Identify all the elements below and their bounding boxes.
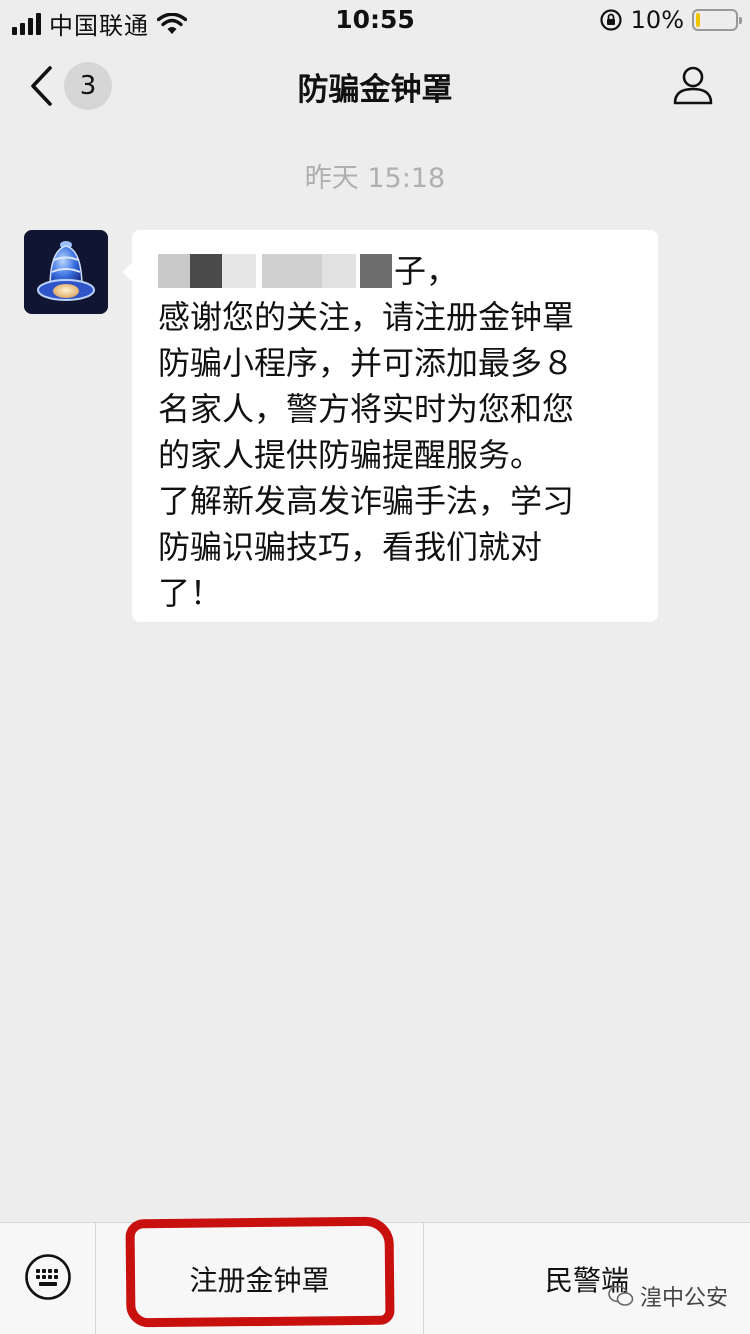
redacted-block bbox=[158, 254, 190, 288]
redacted-block bbox=[322, 254, 356, 288]
keyboard-icon[interactable] bbox=[24, 1253, 72, 1301]
battery-icon bbox=[692, 9, 742, 31]
wechat-icon bbox=[608, 1285, 634, 1306]
message-line: 防骗小程序，并可添加最多８ bbox=[158, 344, 575, 382]
bottom-menu-bar: 注册金钟罩 民警端 bbox=[0, 1222, 750, 1334]
watermark-text: 湟中公安 bbox=[639, 1286, 728, 1311]
menu-police-button[interactable]: 民警端 bbox=[424, 1223, 750, 1334]
watermark: 湟中公安 bbox=[608, 1280, 728, 1312]
rotation-lock-icon bbox=[600, 9, 622, 31]
menu-register-button[interactable]: 注册金钟罩 bbox=[96, 1223, 424, 1334]
greeting-tail: 子， bbox=[394, 252, 459, 290]
bell-logo-icon bbox=[24, 230, 108, 314]
status-bar: 中国联通 10:55 10% bbox=[0, 0, 750, 40]
status-right: 10% bbox=[599, 6, 742, 34]
profile-icon[interactable] bbox=[672, 64, 714, 106]
message-bubble[interactable]: 子， 感谢您的关注，请注册金钟罩 防骗小程序，并可添加最多８ 名家人，警方将实时… bbox=[122, 230, 658, 622]
battery-fill bbox=[696, 13, 700, 27]
keyboard-toggle[interactable] bbox=[0, 1223, 96, 1334]
redacted-greeting: 子， bbox=[158, 248, 638, 294]
message-line: 了！ bbox=[158, 574, 223, 612]
message-line: 的家人提供防骗提醒服务。 bbox=[158, 436, 543, 474]
message-line: 了解新发高发诈骗手法，学习 bbox=[158, 482, 575, 520]
message-line: 防骗识骗技巧，看我们就对 bbox=[158, 528, 543, 566]
redacted-block bbox=[262, 254, 322, 288]
message-line: 感谢您的关注，请注册金钟罩 bbox=[158, 298, 575, 336]
redacted-block bbox=[190, 254, 222, 288]
account-avatar[interactable] bbox=[24, 230, 108, 314]
nav-bar: 3 防骗金钟罩 bbox=[0, 44, 750, 128]
battery-percent: 10% bbox=[630, 6, 684, 34]
chat-screen: 中国联通 10:55 10% 3 防骗金钟罩 昨天 15:18 子， 感谢您的关… bbox=[0, 0, 750, 1334]
message-text: 子， 感谢您的关注，请注册金钟罩 防骗小程序，并可添加最多８ 名家人，警方将实时… bbox=[158, 248, 638, 616]
redacted-block bbox=[222, 254, 256, 288]
page-title: 防骗金钟罩 bbox=[297, 72, 453, 108]
message-line: 名家人，警方将实时为您和您 bbox=[158, 390, 575, 428]
message-timestamp: 昨天 15:18 bbox=[304, 163, 446, 194]
redacted-block bbox=[360, 254, 392, 288]
